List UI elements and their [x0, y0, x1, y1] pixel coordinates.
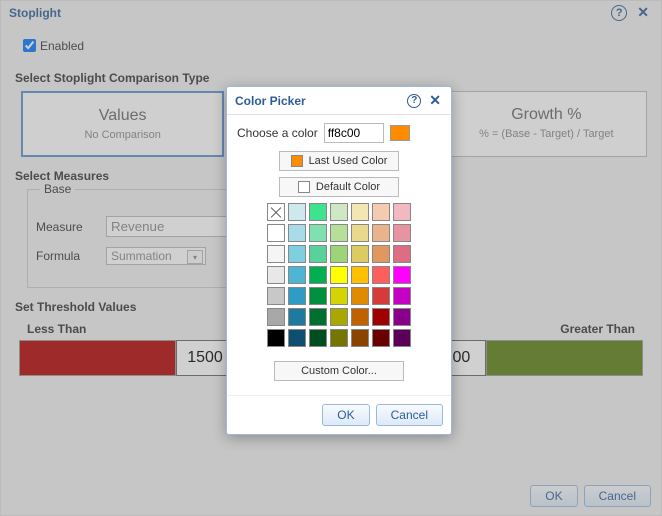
palette-cell[interactable]: [330, 308, 348, 326]
palette-cell[interactable]: [330, 329, 348, 347]
palette-cell[interactable]: [309, 266, 327, 284]
picker-help-icon[interactable]: ?: [407, 94, 421, 108]
choose-color-label: Choose a color: [237, 126, 318, 140]
custom-color-button[interactable]: Custom Color...: [274, 361, 404, 381]
palette-cell[interactable]: [309, 308, 327, 326]
palette-cell[interactable]: [372, 224, 390, 242]
palette-cell[interactable]: [288, 266, 306, 284]
palette-cell[interactable]: [372, 308, 390, 326]
palette-cell[interactable]: [372, 245, 390, 263]
default-color-button[interactable]: Default Color: [279, 177, 399, 197]
palette-cell[interactable]: [330, 287, 348, 305]
palette-cell[interactable]: [351, 224, 369, 242]
color-hex-input[interactable]: [324, 123, 384, 143]
picker-title: Color Picker: [235, 94, 306, 108]
palette-cell[interactable]: [393, 245, 411, 263]
default-color-label: Default Color: [316, 181, 380, 193]
last-used-label: Last Used Color: [309, 155, 388, 167]
palette-cell[interactable]: [330, 224, 348, 242]
palette-cell[interactable]: [267, 308, 285, 326]
palette-cell[interactable]: [309, 287, 327, 305]
palette-cell[interactable]: [393, 329, 411, 347]
palette-cell[interactable]: [330, 203, 348, 221]
picker-close-icon[interactable]: ✕: [427, 92, 443, 109]
palette-cell[interactable]: [330, 245, 348, 263]
palette-cell[interactable]: [288, 329, 306, 347]
palette-cell[interactable]: [372, 266, 390, 284]
palette-cell[interactable]: [309, 224, 327, 242]
palette-cell[interactable]: [393, 266, 411, 284]
palette-cell[interactable]: [288, 203, 306, 221]
palette-cell[interactable]: [267, 224, 285, 242]
last-used-color-button[interactable]: Last Used Color: [279, 151, 399, 171]
palette-cell[interactable]: [393, 203, 411, 221]
palette-cell[interactable]: [330, 266, 348, 284]
palette-cell[interactable]: [351, 308, 369, 326]
default-swatch: [298, 181, 310, 193]
palette-cell[interactable]: [309, 245, 327, 263]
palette-cell[interactable]: [372, 329, 390, 347]
modal-overlay: Color Picker ? ✕ Choose a color Last Use…: [1, 1, 661, 515]
palette-cell[interactable]: [351, 266, 369, 284]
palette-cell[interactable]: [267, 329, 285, 347]
palette-cell[interactable]: [309, 203, 327, 221]
palette-cell[interactable]: [288, 287, 306, 305]
palette-cell[interactable]: [267, 203, 285, 221]
last-used-swatch: [291, 155, 303, 167]
palette-grid: [237, 203, 441, 347]
palette-cell[interactable]: [393, 308, 411, 326]
palette-cell[interactable]: [267, 245, 285, 263]
picker-cancel-button[interactable]: Cancel: [376, 404, 443, 426]
picker-ok-button[interactable]: OK: [322, 404, 369, 426]
palette-cell[interactable]: [393, 224, 411, 242]
palette-cell[interactable]: [372, 287, 390, 305]
custom-color-label: Custom Color...: [301, 365, 377, 377]
palette-cell[interactable]: [288, 308, 306, 326]
palette-cell[interactable]: [393, 287, 411, 305]
palette-cell[interactable]: [267, 266, 285, 284]
palette-cell[interactable]: [309, 329, 327, 347]
palette-cell[interactable]: [372, 203, 390, 221]
palette-cell[interactable]: [351, 203, 369, 221]
palette-cell[interactable]: [351, 287, 369, 305]
palette-cell[interactable]: [267, 287, 285, 305]
palette-cell[interactable]: [351, 245, 369, 263]
color-picker-dialog: Color Picker ? ✕ Choose a color Last Use…: [226, 86, 452, 435]
palette-cell[interactable]: [288, 224, 306, 242]
color-preview-swatch: [390, 125, 410, 141]
palette-cell[interactable]: [351, 329, 369, 347]
palette-cell[interactable]: [288, 245, 306, 263]
